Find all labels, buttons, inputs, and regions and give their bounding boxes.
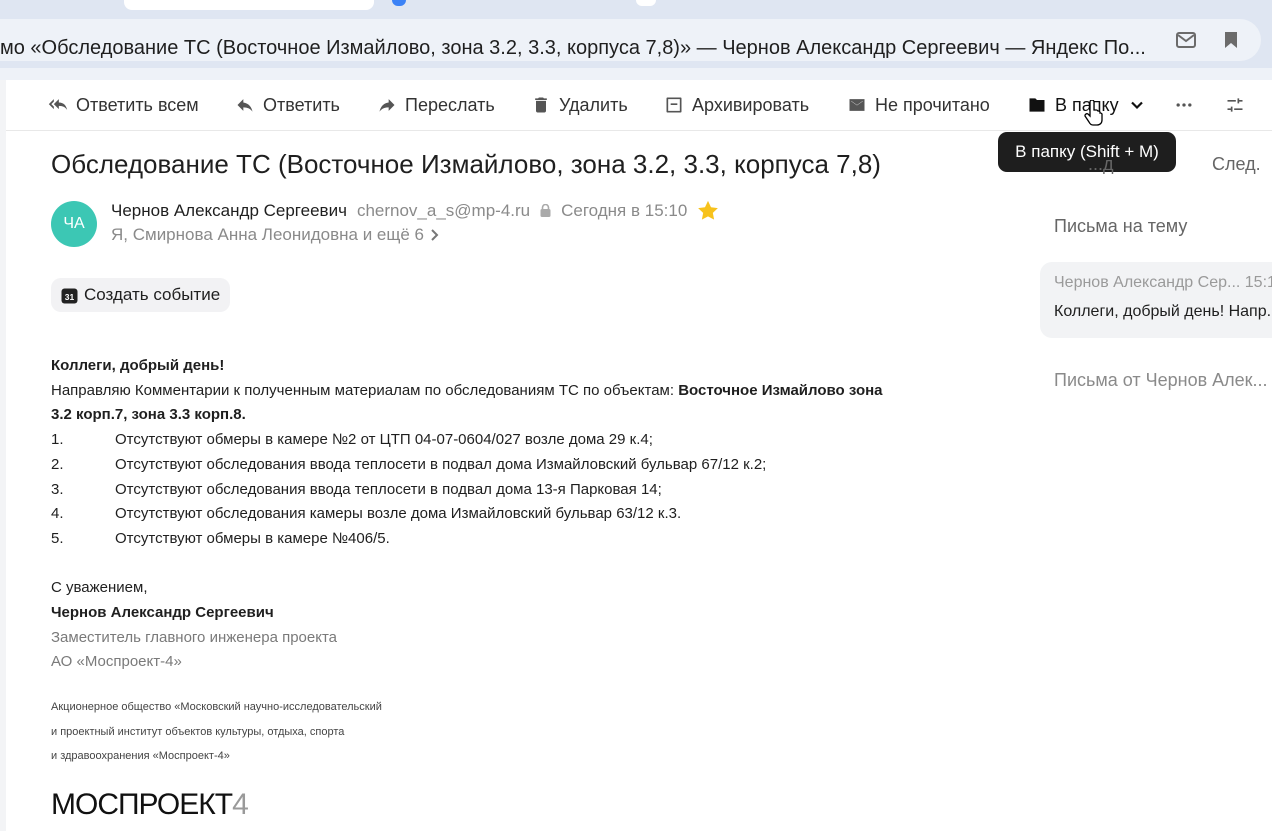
regards: С уважением, [51,579,148,597]
archive-icon [666,97,682,113]
mark-unread-button[interactable]: Не прочитано [847,93,990,117]
list-item: 3. Отсутствуют обследования ввода теплосе… [51,480,662,498]
browser-toolbar-gap [0,68,1272,80]
company-logo: МОСПРОЕКТ4 [51,788,249,821]
sliders-icon [1227,98,1243,112]
browser-tab-strip [0,0,1272,12]
archive-label: Архивировать [692,94,810,115]
forward-label: Переслать [405,94,495,115]
list-item: 2. Отсутствуют обследования ввода теплосе… [51,455,767,473]
bookmark-icon[interactable] [1220,29,1242,51]
svg-text:31: 31 [65,292,75,302]
message-date: Сегодня в 15:10 [561,200,688,220]
signature-title: Заместитель главного инженера проекта [51,628,338,646]
delete-label: Удалить [559,94,628,115]
more-dots-icon [1176,103,1192,107]
message-body: Коллеги, добрый день! Направляю Коммента… [51,354,1011,769]
delete-button[interactable]: Удалить [531,93,628,117]
greeting: Коллеги, добрый день! [51,357,225,374]
reply-label: Ответить [263,94,340,115]
reply-icon [237,99,253,112]
intro-paragraph: Направляю Комментарии к полученным матер… [51,379,1011,428]
list-item: 1. Отсутствуют обмеры в камере №2 от ЦТП … [51,431,653,449]
footer-line: Акционерное общество «Московский научно-… [51,701,382,714]
footer-line: и проектный институт объектов культуры, … [51,725,345,738]
more-button[interactable] [1174,93,1194,117]
mail-toolbar: Ответить всем Ответить Переслать Удалить… [6,80,1272,131]
sender-line: Чернов Александр Сергеевич chernov_a_s@m… [111,200,719,221]
message-subject: Обследование ТС (Восточное Измайлово, зо… [51,149,881,179]
letters-from-sender-link[interactable]: Письма от Чернов Алек... [1054,370,1268,391]
browser-title-bar: мо «Обследование ТС (Восточное Измайлово… [0,12,1272,68]
envelope-icon [849,99,865,111]
create-event-button[interactable]: 31 Создать событие [51,278,231,312]
sender-email[interactable]: chernov_a_s@mp-4.ru [357,201,530,221]
tab-favicon [392,0,406,6]
trash-icon [535,97,547,113]
next-button[interactable]: След. [1212,154,1261,175]
mark-unread-label: Не прочитано [875,94,990,115]
signature-company: АО «Моспроект-4» [51,653,182,671]
create-event-label: Создать событие [84,285,221,304]
settings-button[interactable] [1225,93,1245,117]
lock-icon [540,204,551,217]
archive-button[interactable]: Архивировать [664,93,809,117]
list-item: 4. Отсутствуют обследования камеры возле … [51,505,682,523]
sender-name[interactable]: Чернов Александр Сергеевич [111,201,347,221]
thread-message-card[interactable]: Чернов Александр Сер... 15:1 Коллеги, до… [1040,262,1272,338]
forward-icon [379,99,395,112]
browser-tab[interactable] [124,0,374,10]
reply-all-icon [48,99,68,110]
thread-card-from: Чернов Александр Сер... 15:1 [1054,274,1272,291]
thread-card-snippet: Коллеги, добрый день! Напр... [1054,303,1272,320]
recipients[interactable]: Я, Смирнова Анна Леонидовна и ещё 6 [111,225,440,245]
window-title: мо «Обследование ТС (Восточное Измайлово… [0,37,1146,59]
list-item: 5. Отсутствуют обмеры в камере №406/5. [51,529,390,547]
mail-icon[interactable] [1175,29,1197,51]
reply-button[interactable]: Ответить [235,93,340,117]
address-pill[interactable]: мо «Обследование ТС (Восточное Измайлово… [0,19,1261,61]
move-to-folder-tooltip: В папку (Shift + M) [998,132,1176,172]
footer-line: и здравоохранения «Моспроект-4» [51,750,230,763]
tab-favicon-2 [636,0,656,6]
folder-icon [1029,98,1045,112]
prev-button-partial[interactable]: ...д [1088,154,1114,175]
star-icon[interactable] [697,200,719,221]
avatar[interactable]: ЧА [51,201,97,247]
thread-title: Письма на тему [1054,216,1188,236]
intro-text: Направляю Комментарии к полученным матер… [51,381,679,399]
chevron-down-icon [1130,101,1143,110]
signature-name: Чернов Александр Сергеевич [51,604,274,622]
reply-all-label: Ответить всем [76,94,199,115]
mouse-cursor-icon [1084,99,1104,131]
intro-objects-2: 3.2 корп.7, зона 3.3 корп.8. [51,406,246,424]
forward-button[interactable]: Переслать [377,93,495,117]
chevron-right-icon [431,229,439,241]
calendar-icon: 31 [61,288,78,303]
reply-all-button[interactable]: Ответить всем [48,93,199,117]
recipients-text: Я, Смирнова Анна Леонидовна и ещё 6 [111,225,425,244]
intro-objects: Восточное Измайлово зона [678,381,883,399]
